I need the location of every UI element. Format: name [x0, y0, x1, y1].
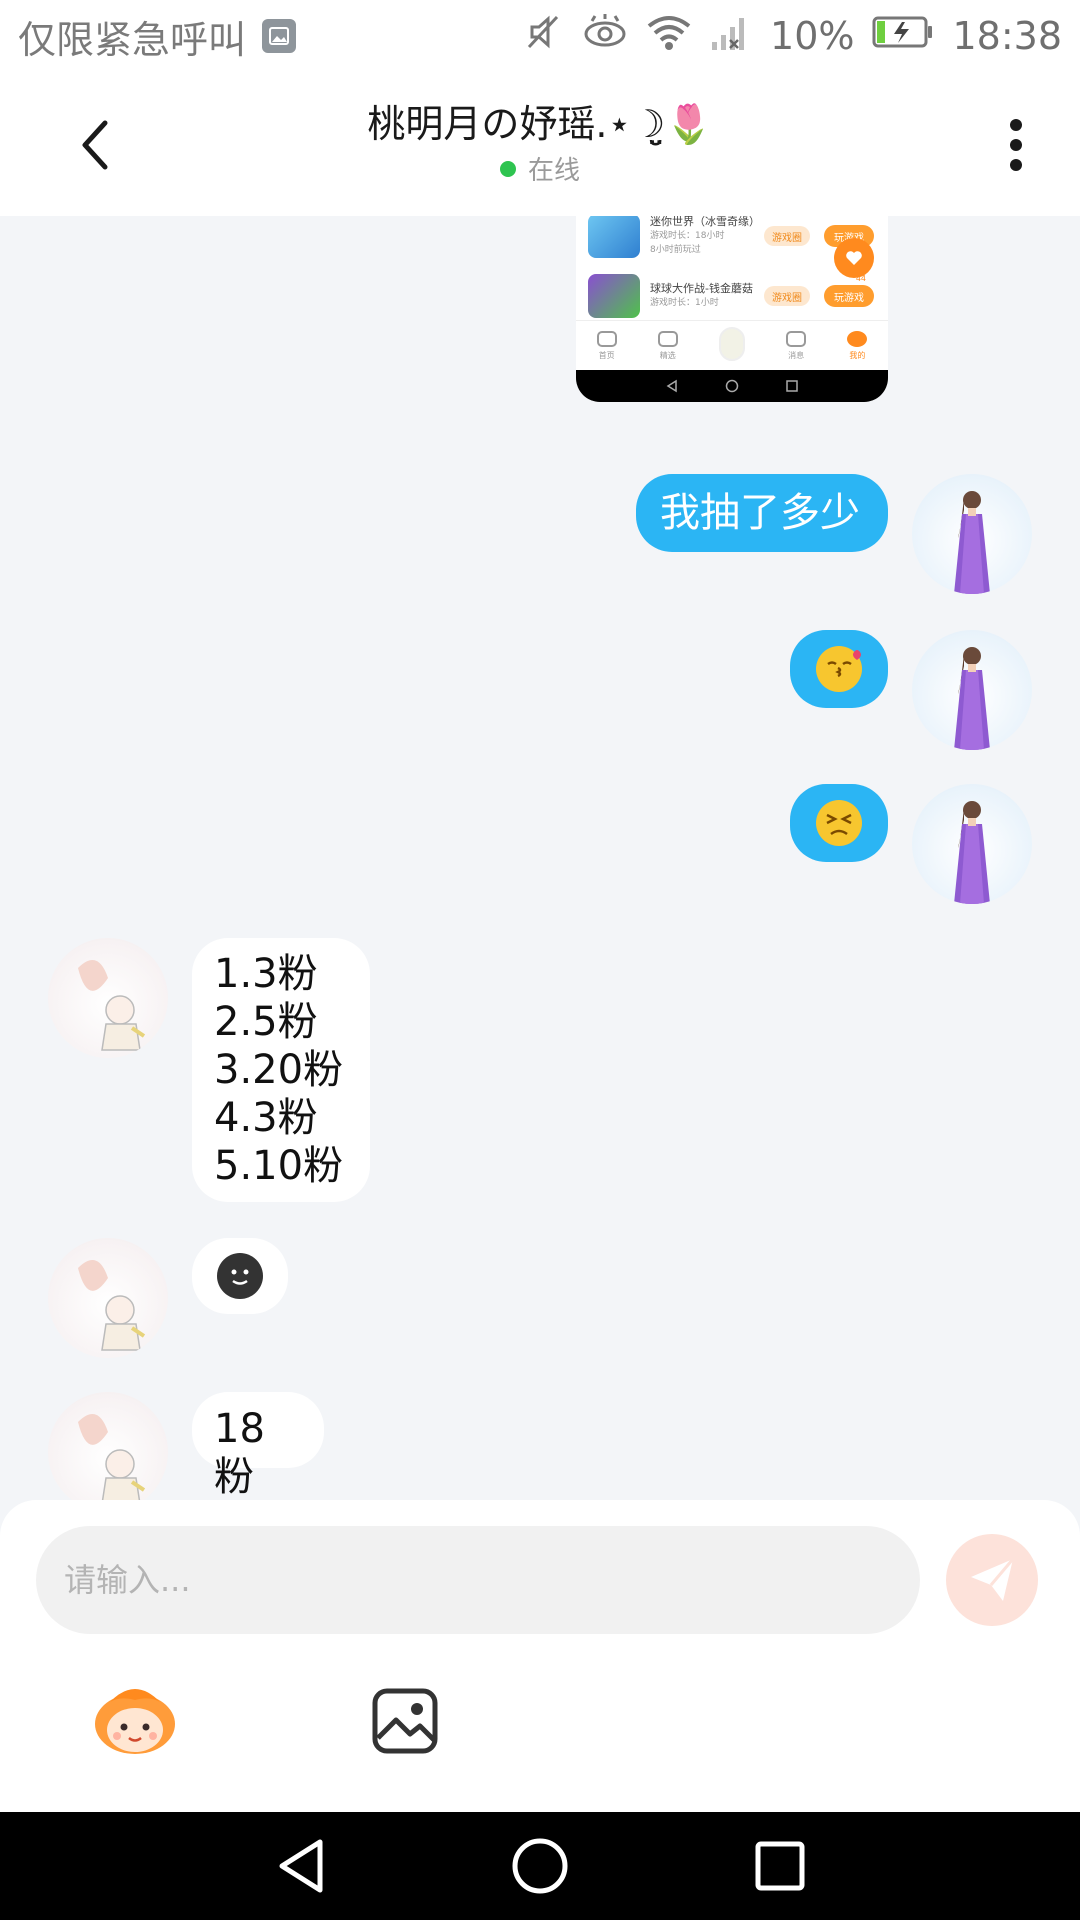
- incoming-text-bubble[interactable]: 1.3粉 2.5粉 3.20粉 4.3粉 5.10粉: [192, 938, 370, 1202]
- nav-home-icon[interactable]: [510, 1836, 570, 1896]
- shot-tag: 游戏圈: [764, 226, 810, 246]
- composer-panel: [0, 1500, 1080, 1812]
- more-vertical-icon: [1010, 119, 1022, 171]
- signal-icon: [710, 12, 752, 61]
- chevron-left-icon: [82, 120, 108, 170]
- shot-play: 玩游戏: [824, 285, 874, 307]
- chat-header: 桃明月の妤瑶.⋆☽̤̮🌷 在线: [0, 72, 1080, 216]
- shot-tab-avatar: [718, 327, 745, 364]
- system-navigation-bar: [0, 1812, 1080, 1920]
- screenshot-image-message[interactable]: 迷你世界（冰雪奇缘） 游戏时长：18小时 8小时前玩过 游戏圈 玩游戏 44 球…: [576, 216, 888, 402]
- title-block: 桃明月の妤瑶.⋆☽̤̮🌷 在线: [200, 100, 880, 187]
- message-text: 18粉: [214, 1406, 265, 1500]
- clock: 18:38: [952, 14, 1062, 58]
- back-button[interactable]: [60, 110, 130, 180]
- game-icon: [588, 216, 640, 258]
- eye-comfort-icon: [582, 12, 628, 61]
- my-avatar[interactable]: [912, 630, 1032, 750]
- battery-charging-icon: [872, 14, 934, 58]
- kiss-face-icon: [816, 646, 862, 692]
- online-dot: [499, 160, 516, 177]
- online-status: 在线: [200, 150, 880, 187]
- incoming-emoji-bubble[interactable]: [192, 1238, 288, 1314]
- message-input[interactable]: [36, 1526, 920, 1634]
- shot-game-sub: 8小时前玩过: [650, 245, 701, 255]
- wifi-icon: [646, 12, 692, 61]
- outgoing-emoji-bubble[interactable]: [790, 630, 888, 708]
- image-icon: [372, 1688, 438, 1754]
- girl-purple-dress-icon: [954, 801, 990, 904]
- message-line: 1.3粉: [214, 951, 318, 997]
- message-line: 3.20粉: [214, 1047, 344, 1093]
- incoming-text-bubble[interactable]: 18粉: [192, 1392, 324, 1500]
- shot-game-sub: 游戏时长：1小时: [650, 298, 719, 308]
- dark-smile-face-icon: [217, 1253, 263, 1299]
- peer-avatar[interactable]: [48, 938, 168, 1058]
- image-notification-icon: [262, 19, 297, 53]
- shot-navbar: [576, 370, 888, 402]
- my-avatar[interactable]: [912, 784, 1032, 904]
- nav-back-icon[interactable]: [272, 1836, 332, 1896]
- girl-purple-dress-icon: [954, 491, 990, 594]
- shot-game-title: 球球大作战-钱金蘑菇: [650, 282, 753, 295]
- game-icon: [588, 274, 640, 318]
- shot-game-sub: 游戏时长：18小时: [650, 231, 725, 241]
- mute-icon: [524, 12, 564, 61]
- shot-tabbar: 首页 精选 消息 我的: [576, 320, 888, 370]
- outgoing-emoji-bubble[interactable]: [790, 784, 888, 862]
- more-options-button[interactable]: [986, 110, 1046, 180]
- shot-tag: 游戏圈: [764, 286, 810, 306]
- shot-game-row: 迷你世界（冰雪奇缘） 游戏时长：18小时 8小时前玩过 游戏圈 玩游戏: [588, 216, 876, 264]
- image-picker-button[interactable]: [370, 1686, 440, 1756]
- message-line: 4.3粉: [214, 1095, 318, 1141]
- girl-purple-dress-icon: [954, 647, 990, 750]
- emoji-mascot-button[interactable]: [90, 1682, 180, 1758]
- chat-messages[interactable]: 迷你世界（冰雪奇缘） 游戏时长：18小时 8小时前玩过 游戏圈 玩游戏 44 球…: [0, 216, 1080, 1500]
- shot-meta: 球球大作战-钱金蘑菇 游戏时长：1小时: [650, 282, 753, 310]
- status-right: 10% 18:38: [524, 12, 1062, 61]
- shot-tab: 首页: [596, 330, 617, 361]
- status-bar: 仅限紧急呼叫 10% 18:38: [0, 0, 1080, 72]
- peer-avatar[interactable]: [48, 1238, 168, 1358]
- shot-tab: 消息: [786, 330, 807, 361]
- paper-plane-icon: [971, 1558, 1015, 1601]
- send-button[interactable]: [946, 1534, 1038, 1626]
- peer-avatar[interactable]: [48, 1392, 168, 1500]
- message-text: 我抽了多少: [660, 490, 860, 536]
- persevering-face-icon: [816, 800, 862, 846]
- chat-title: 桃明月の妤瑶.⋆☽̤̮🌷: [367, 102, 713, 146]
- carrier-text: 仅限紧急呼叫: [18, 17, 247, 62]
- status-left: 仅限紧急呼叫: [18, 9, 297, 64]
- shot-tab: 我的: [847, 330, 868, 361]
- battery-percent: 10%: [770, 14, 855, 58]
- nav-recents-icon[interactable]: [750, 1836, 810, 1896]
- online-status-label: 在线: [527, 156, 580, 186]
- sketch-girl-icon: [78, 960, 146, 1051]
- mascot-face-icon: [95, 1689, 175, 1754]
- message-line: 5.10粉: [214, 1143, 344, 1189]
- sketch-girl-icon: [78, 1414, 146, 1500]
- outgoing-text-bubble[interactable]: 我抽了多少: [636, 474, 888, 552]
- shot-game-title: 迷你世界（冰雪奇缘）: [650, 216, 760, 228]
- shot-game-row: 球球大作战-钱金蘑菇 游戏时长：1小时 游戏圈 玩游戏: [588, 268, 876, 324]
- shot-meta: 迷你世界（冰雪奇缘） 游戏时长：18小时 8小时前玩过: [650, 216, 760, 257]
- sketch-girl-icon: [78, 1260, 146, 1351]
- shot-tab: 精选: [657, 330, 678, 361]
- my-avatar[interactable]: [912, 474, 1032, 594]
- message-line: 2.5粉: [214, 999, 318, 1045]
